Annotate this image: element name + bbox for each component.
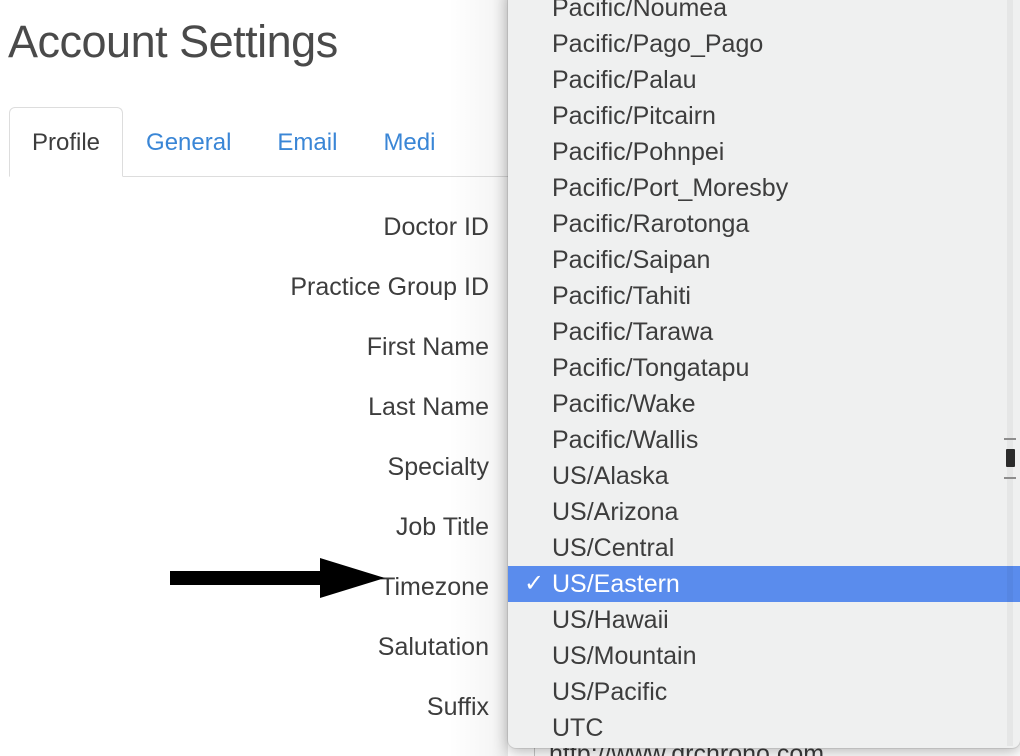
dropdown-scrollbar[interactable] xyxy=(1004,0,1016,746)
dropdown-option-label: Pacific/Wake xyxy=(552,390,696,418)
dropdown-option-label: US/Alaska xyxy=(552,462,669,490)
dropdown-option-label: US/Hawaii xyxy=(552,606,669,634)
dropdown-option-label: Pacific/Pago_Pago xyxy=(552,30,764,58)
dropdown-scrollbar-cap-top xyxy=(1004,438,1016,440)
dropdown-option-label: Pacific/Wallis xyxy=(552,426,699,454)
form-row: Website xyxy=(0,752,500,756)
dropdown-option[interactable]: ✓US/Hawaii xyxy=(508,602,1020,638)
dropdown-option[interactable]: ✓ US/Eastern xyxy=(508,566,1020,602)
dropdown-option[interactable]: ✓Pacific/Rarotonga xyxy=(508,206,1020,242)
dropdown-option[interactable]: ✓Pacific/Tahiti xyxy=(508,278,1020,314)
dropdown-option-label: Pacific/Rarotonga xyxy=(552,210,750,238)
dropdown-option[interactable]: ✓Pacific/Palau xyxy=(508,62,1020,98)
form-label-job-title: Job Title xyxy=(395,513,489,541)
dropdown-option-label: UTC xyxy=(552,714,604,742)
form-row: Salutation xyxy=(0,632,500,692)
form-label-practice-group-id: Practice Group ID xyxy=(290,273,489,301)
dropdown-option[interactable]: ✓US/Central xyxy=(508,530,1020,566)
form-label-timezone: Timezone xyxy=(380,573,489,601)
dropdown-option[interactable]: ✓UTC xyxy=(508,710,1020,746)
dropdown-option[interactable]: ✓Pacific/Pohnpei xyxy=(508,134,1020,170)
dropdown-option-label: Pacific/Pohnpei xyxy=(552,138,725,166)
form-label-website: Website xyxy=(399,752,489,756)
profile-form-label-column: Doctor ID Practice Group ID First Name Last… xyxy=(0,212,500,756)
dropdown-option-label: US/Pacific xyxy=(552,678,668,706)
form-label-first-name: First Name xyxy=(366,333,489,361)
tab-email[interactable]: Email xyxy=(254,107,360,177)
dropdown-option-label: Pacific/Port_Moresby xyxy=(552,174,789,202)
form-row: Timezone xyxy=(0,572,500,632)
dropdown-option[interactable]: ✓US/Pacific xyxy=(508,674,1020,710)
dropdown-option-label: US/Arizona xyxy=(552,498,679,526)
dropdown-scrollbar-thumb[interactable] xyxy=(1006,449,1015,467)
timezone-dropdown-popup[interactable]: ✓Pacific/Noumea✓Pacific/Pago_Pago✓Pacifi… xyxy=(508,0,1020,748)
dropdown-option-label: Pacific/Pitcairn xyxy=(552,102,716,130)
dropdown-option-label: Pacific/Palau xyxy=(552,66,697,94)
dropdown-option[interactable]: ✓Pacific/Port_Moresby xyxy=(508,170,1020,206)
form-row: Doctor ID xyxy=(0,212,500,272)
dropdown-option-label: Pacific/Tahiti xyxy=(552,282,691,310)
dropdown-option-label: US/Eastern xyxy=(552,570,680,598)
form-row: Job Title xyxy=(0,512,500,572)
dropdown-option[interactable]: ✓US/Mountain xyxy=(508,638,1020,674)
dropdown-option-label: Pacific/Saipan xyxy=(552,246,711,274)
page-title: Account Settings xyxy=(8,16,338,67)
form-row: First Name xyxy=(0,332,500,392)
form-row: Suffix xyxy=(0,692,500,752)
form-label-specialty: Specialty xyxy=(387,453,489,481)
form-label-suffix: Suffix xyxy=(426,693,489,721)
dropdown-option-label: Pacific/Tongatapu xyxy=(552,354,750,382)
tab-profile[interactable]: Profile xyxy=(9,107,124,177)
dropdown-option[interactable]: ✓Pacific/Pago_Pago xyxy=(508,26,1020,62)
dropdown-option[interactable]: ✓Pacific/Wake xyxy=(508,386,1020,422)
form-label-doctor-id: Doctor ID xyxy=(383,213,489,241)
dropdown-option[interactable]: ✓Pacific/Pitcairn xyxy=(508,98,1020,134)
tab-medi[interactable]: Medi xyxy=(360,107,458,177)
dropdown-scrollbar-cap-bottom xyxy=(1004,477,1016,479)
form-label-salutation: Salutation xyxy=(377,633,489,661)
dropdown-option[interactable]: ✓Pacific/Wallis xyxy=(508,422,1020,458)
form-row: Specialty xyxy=(0,452,500,512)
dropdown-option-label: US/Central xyxy=(552,534,675,562)
dropdown-scrollbar-track[interactable] xyxy=(1007,0,1013,746)
form-label-last-name: Last Name xyxy=(368,393,489,421)
tab-general[interactable]: General xyxy=(123,107,254,177)
dropdown-option[interactable]: ✓Pacific/Tarawa xyxy=(508,314,1020,350)
dropdown-option-label: Pacific/Tarawa xyxy=(552,318,714,346)
form-row: Practice Group ID xyxy=(0,272,500,332)
dropdown-option-label: US/Mountain xyxy=(552,642,697,670)
tab-list: Profile General Email Medi xyxy=(9,107,458,177)
check-icon: ✓ xyxy=(524,570,545,597)
account-settings-page: Account Settings Profile General Email Medi… xyxy=(0,0,1020,756)
dropdown-option-label: Pacific/Noumea xyxy=(552,0,728,22)
dropdown-option[interactable]: ✓Pacific/Noumea xyxy=(508,0,1020,26)
form-row: Last Name xyxy=(0,392,500,452)
dropdown-option[interactable]: ✓Pacific/Saipan xyxy=(508,242,1020,278)
dropdown-option[interactable]: ✓US/Arizona xyxy=(508,494,1020,530)
dropdown-option[interactable]: ✓Pacific/Tongatapu xyxy=(508,350,1020,386)
timezone-option-list: ✓Pacific/Noumea✓Pacific/Pago_Pago✓Pacifi… xyxy=(508,0,1020,748)
dropdown-option[interactable]: ✓US/Alaska xyxy=(508,458,1020,494)
